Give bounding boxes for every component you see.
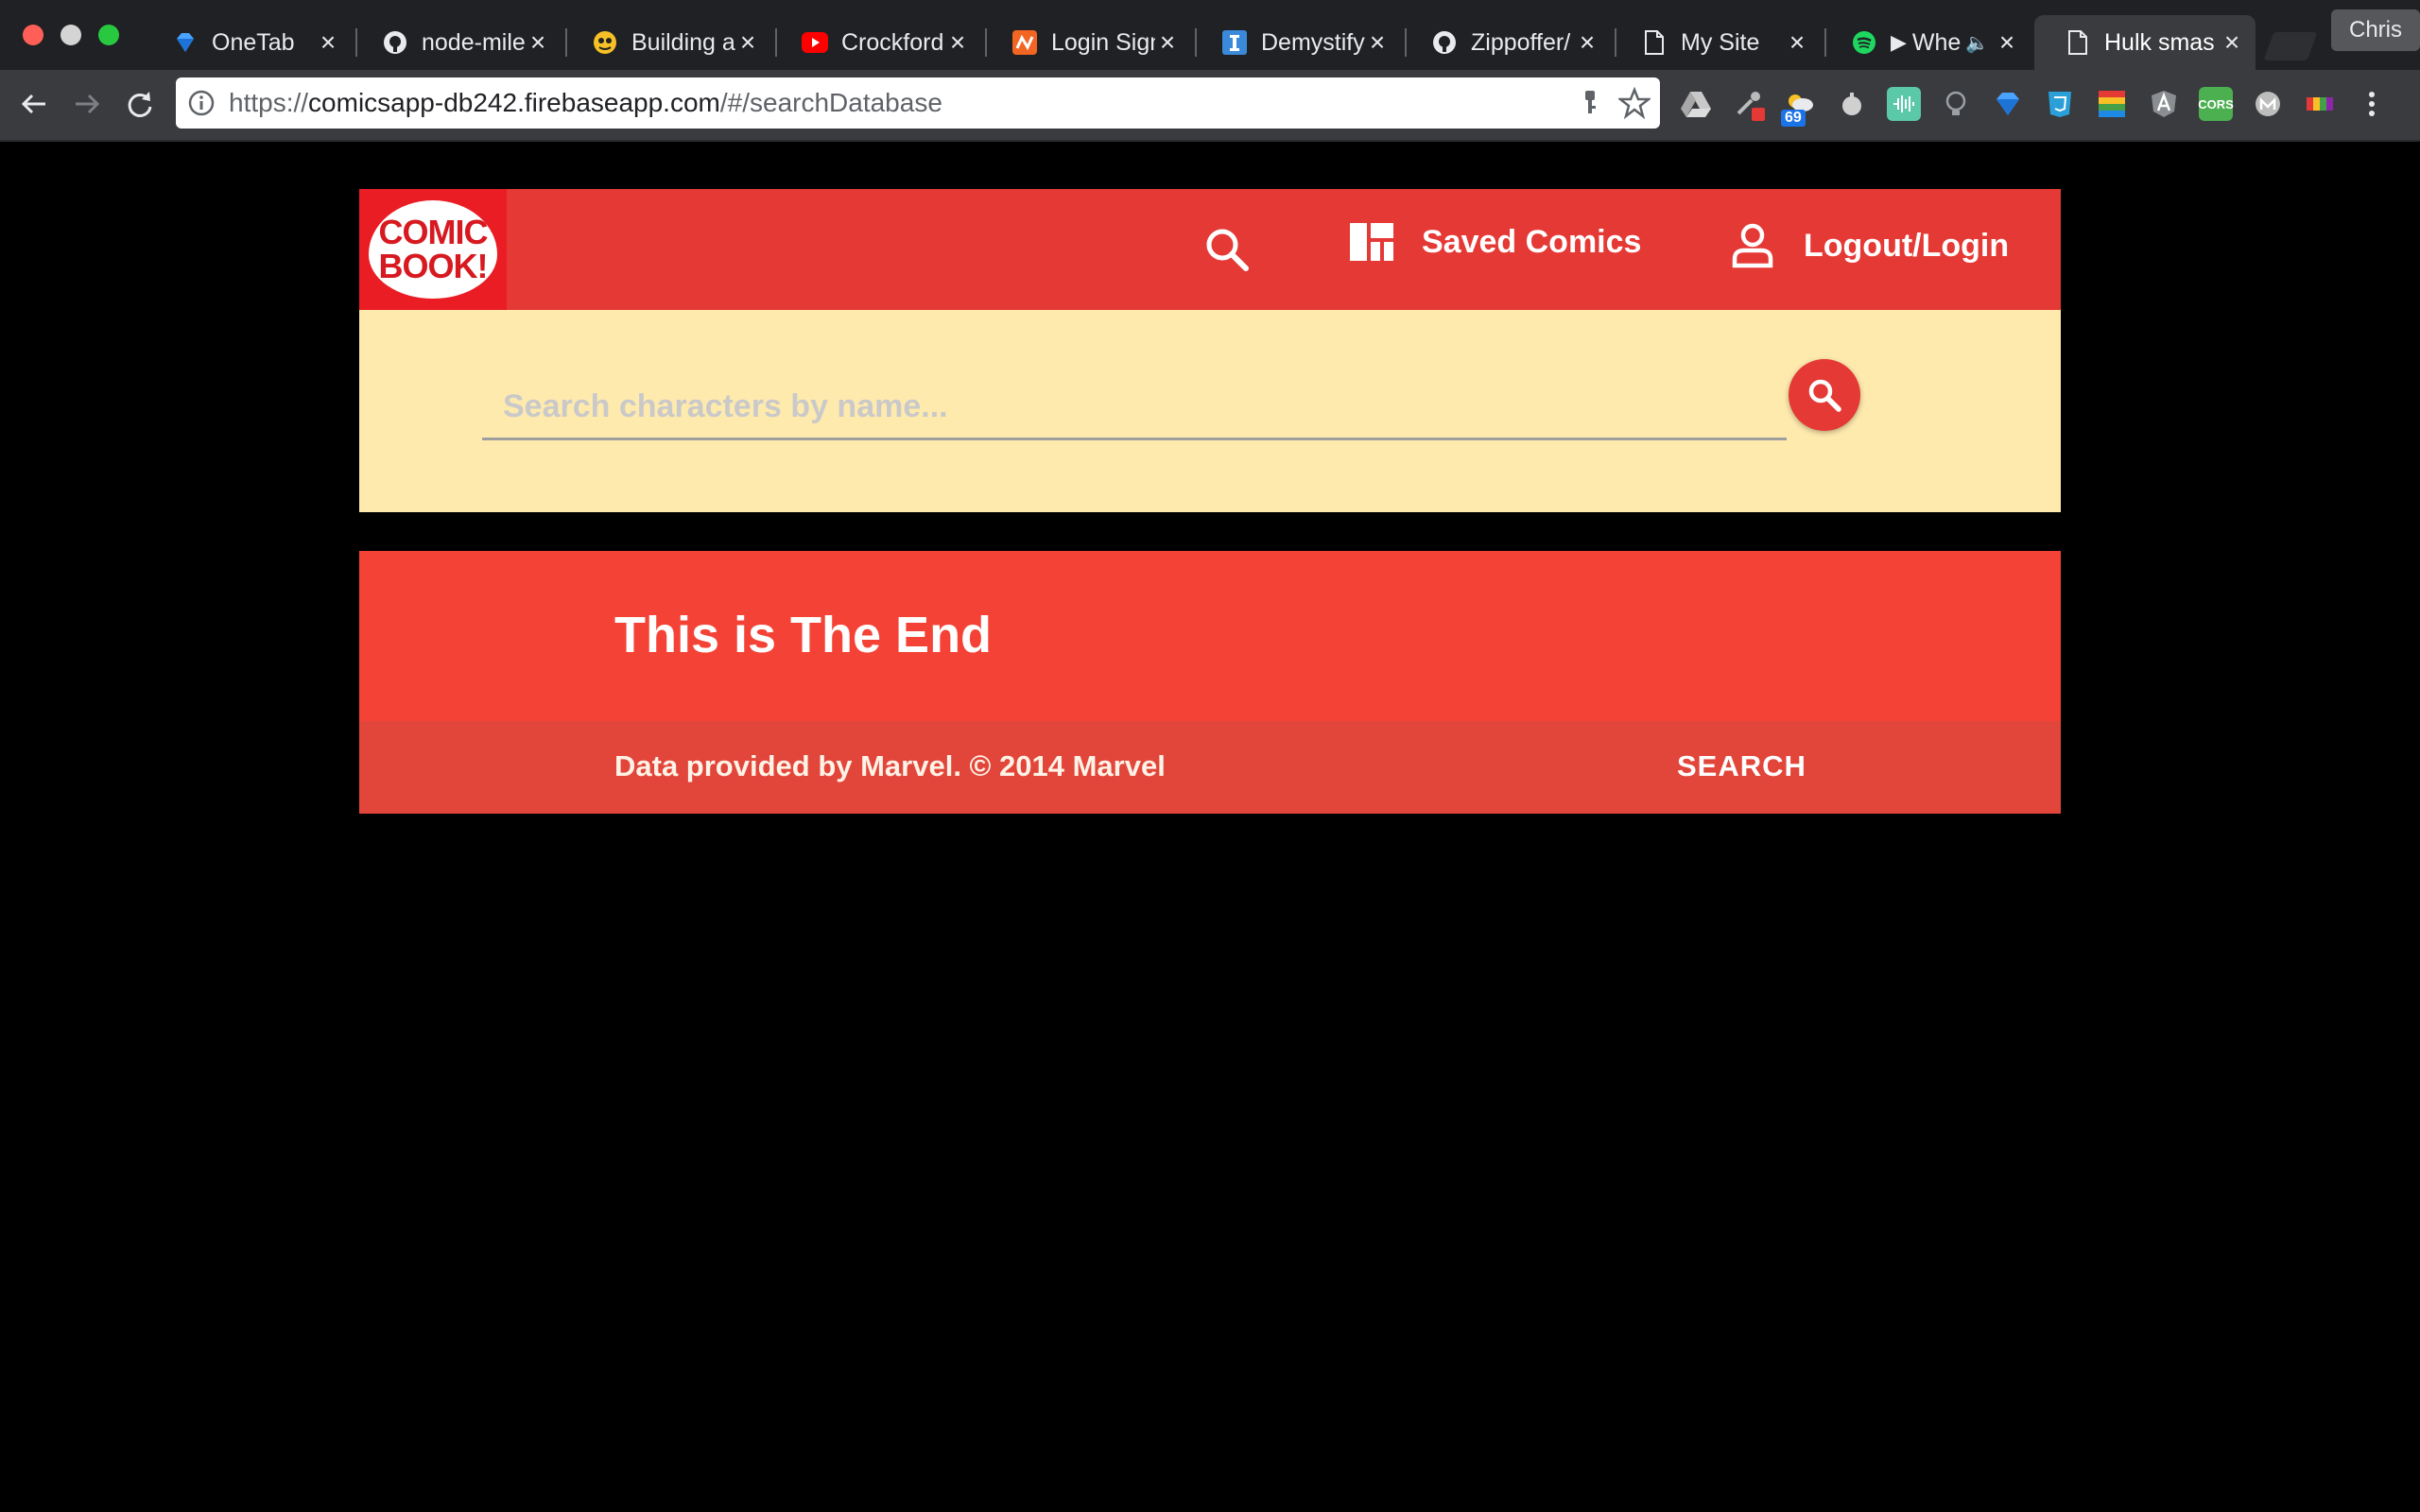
close-tab-icon[interactable]: × xyxy=(1365,27,1390,58)
search-icon xyxy=(1206,229,1249,271)
menu-kebab-icon[interactable] xyxy=(2355,87,2389,121)
window-minimize-button[interactable] xyxy=(60,25,81,45)
browser-tab[interactable]: node-mile × xyxy=(352,15,562,70)
diamond-extension-icon[interactable] xyxy=(1991,87,2025,121)
address-bar[interactable]: https://comicsapp-db242.firebaseapp.com/… xyxy=(176,77,1660,129)
footer-copyright-bar: Data provided by Marvel. © 2014 Marvel S… xyxy=(359,721,2061,814)
close-tab-icon[interactable]: × xyxy=(316,27,340,58)
weather-badge: 69 xyxy=(1781,110,1806,127)
browser-tab[interactable]: Crockford × xyxy=(771,15,981,70)
comic-book-logo[interactable]: COMIC BOOK! xyxy=(359,189,507,310)
browser-tab[interactable]: Login Sign × xyxy=(981,15,1191,70)
window-zoom-button[interactable] xyxy=(98,25,119,45)
bulb-extension-icon[interactable] xyxy=(1939,87,1973,121)
new-tab-button[interactable] xyxy=(2263,32,2318,60)
close-tab-icon[interactable]: × xyxy=(2220,27,2244,58)
footer-search-link[interactable]: SEARCH xyxy=(1677,749,1806,783)
browser-tab[interactable]: Demystify × xyxy=(1191,15,1401,70)
tab-title: Whe xyxy=(1911,28,1962,56)
dashboard-icon xyxy=(1350,223,1393,261)
reload-button[interactable] xyxy=(121,85,159,123)
close-tab-icon[interactable]: × xyxy=(1785,27,1809,58)
nav-search-button[interactable] xyxy=(1202,225,1252,274)
close-tab-icon[interactable]: × xyxy=(945,27,970,58)
browser-tab-strip: OneTab × node-mile × Building a × Crockf… xyxy=(0,0,2420,70)
weather-extension-icon[interactable]: 69 xyxy=(1781,87,1817,127)
forward-button[interactable] xyxy=(68,85,106,123)
m-extension-icon[interactable] xyxy=(2251,87,2285,121)
marvel-credit: Data provided by Marvel. © 2014 Marvel xyxy=(614,749,1166,782)
user-icon xyxy=(1732,223,1773,268)
logout-login-label: Logout/Login xyxy=(1804,227,2010,264)
spotify-icon xyxy=(1851,29,1877,56)
nav-saved-comics[interactable]: Saved Comics xyxy=(1350,223,1641,261)
close-tab-icon[interactable]: × xyxy=(1995,27,2019,58)
saved-comics-label: Saved Comics xyxy=(1422,223,1642,260)
tab-title: Demystify xyxy=(1261,28,1365,56)
close-tab-icon[interactable]: × xyxy=(1575,27,1599,58)
info-icon[interactable] xyxy=(187,89,216,117)
tab-title: Login Sign xyxy=(1051,28,1155,56)
palette-extension-icon[interactable] xyxy=(2095,87,2129,121)
cors-extension-icon[interactable]: CORS xyxy=(2198,87,2234,121)
browser-toolbar: https://comicsapp-db242.firebaseapp.com/… xyxy=(0,70,2420,142)
search-icon xyxy=(1808,379,1841,412)
tab-title: Zippoffer/ xyxy=(1471,28,1571,56)
tab-title: Crockford xyxy=(841,28,944,56)
angular-extension-icon[interactable] xyxy=(2147,87,2181,121)
key-icon[interactable] xyxy=(1575,87,1605,117)
browser-tab[interactable]: Building a × xyxy=(562,15,771,70)
nav-logout-login[interactable]: Logout/Login xyxy=(1732,223,2009,268)
close-tab-icon[interactable]: × xyxy=(1155,27,1180,58)
window-close-button[interactable] xyxy=(23,25,43,45)
tab-title: OneTab xyxy=(212,28,295,56)
rainbow-extension-icon[interactable] xyxy=(2303,87,2337,121)
back-button[interactable] xyxy=(15,85,53,123)
browser-tab[interactable]: OneTab × xyxy=(142,15,352,70)
rocket-extension-icon[interactable] xyxy=(1835,87,1869,121)
drive-extension-icon[interactable] xyxy=(1679,87,1713,121)
github-icon xyxy=(382,29,408,56)
search-submit-button[interactable] xyxy=(1789,359,1860,431)
app-navbar: COMIC BOOK! Saved Comics Logout/Login xyxy=(359,189,2061,310)
footer-title: This is The End xyxy=(614,607,993,663)
page-icon xyxy=(2065,29,2091,56)
squiggle-icon xyxy=(1011,29,1038,56)
tab-title: Hulk smas xyxy=(2104,28,2215,56)
url-text: https://comicsapp-db242.firebaseapp.com/… xyxy=(229,88,942,117)
browser-tab-active[interactable]: Hulk smas × xyxy=(2034,15,2256,70)
browser-tab[interactable]: My Site × xyxy=(1611,15,1821,70)
diamond-icon xyxy=(172,29,199,56)
close-tab-icon[interactable]: × xyxy=(526,27,550,58)
search-panel xyxy=(359,310,2061,512)
bookmark-star-icon[interactable] xyxy=(1618,87,1651,119)
browser-tab[interactable]: Zippoffer/ × xyxy=(1401,15,1611,70)
yellow-face-icon xyxy=(592,29,618,56)
audio-playing-icon[interactable]: 🔈 xyxy=(1965,31,1989,55)
github-icon xyxy=(1431,29,1458,56)
tab-title: My Site xyxy=(1681,28,1760,56)
character-search-input[interactable] xyxy=(482,376,1787,440)
close-tab-icon[interactable]: × xyxy=(735,27,760,58)
page-footer: This is The End Data provided by Marvel.… xyxy=(359,551,2061,814)
audio-wave-extension-icon[interactable] xyxy=(1887,87,1921,121)
eyedropper-extension-icon[interactable] xyxy=(1731,87,1765,121)
youtube-icon xyxy=(802,29,828,56)
tab-title: Building a xyxy=(631,28,735,56)
playing-icon: ▶ xyxy=(1891,30,1907,54)
profile-button[interactable]: Chris xyxy=(2331,9,2420,51)
browser-tab[interactable]: ▶ Whe 🔈 × xyxy=(1821,15,2031,70)
tab-title: node-mile xyxy=(422,28,526,56)
page-icon xyxy=(1641,29,1668,56)
i-icon xyxy=(1221,29,1248,56)
css3-extension-icon[interactable] xyxy=(2043,87,2077,121)
page-viewport: COMIC BOOK! Saved Comics Logout/Login Th… xyxy=(0,142,2420,1512)
